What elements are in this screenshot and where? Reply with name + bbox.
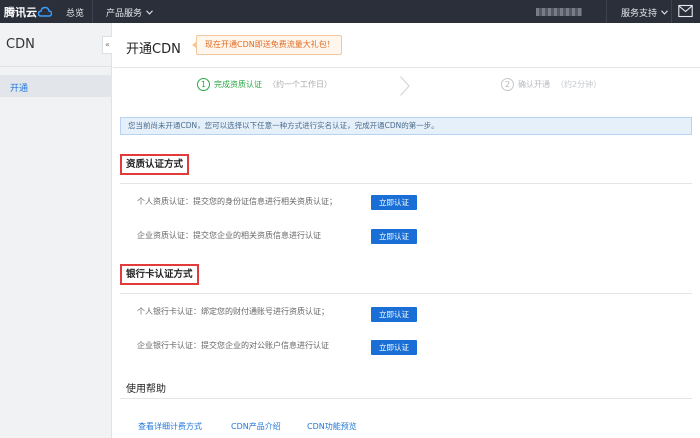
section-divider bbox=[120, 293, 692, 294]
step-number: 1 bbox=[197, 78, 210, 91]
sidebar: CDN « 开通 bbox=[0, 23, 112, 438]
help-link-billing[interactable]: 查看详细计费方式 bbox=[138, 421, 202, 432]
sidebar-item-label: 开通 bbox=[10, 84, 29, 94]
step-label: 确认开通 bbox=[518, 80, 550, 89]
help-title: 使用帮助 bbox=[126, 384, 166, 395]
logo-text: 腾讯云 bbox=[4, 5, 37, 19]
sidebar-collapse-button[interactable]: « bbox=[102, 36, 112, 54]
step-duration: （约一个工作日） bbox=[268, 80, 332, 89]
help-link-product-intro[interactable]: CDN产品介绍 bbox=[231, 421, 281, 432]
personal-bank-card-label: 个人银行卡认证：绑定您的财付通账号进行资质认证； bbox=[137, 307, 329, 316]
mail-icon[interactable] bbox=[678, 4, 693, 18]
chevron-down-icon bbox=[661, 10, 668, 15]
sidebar-divider bbox=[0, 66, 112, 67]
chevron-down-icon bbox=[146, 10, 153, 15]
top-navigation-bar: 腾讯云 总览 产品服务 服务支持 bbox=[0, 0, 700, 23]
cloud-logo-icon bbox=[38, 6, 52, 17]
nav-support-dropdown[interactable]: 服务支持 bbox=[621, 6, 668, 19]
enterprise-qualification-verify-button[interactable]: 立即认证 bbox=[371, 229, 417, 244]
step-arrow-icon bbox=[400, 76, 410, 96]
personal-qualification-label: 个人资质认证：提交您的身份证信息进行相关资质认证； bbox=[137, 197, 337, 206]
section-title-bank-card: 银行卡认证方式 bbox=[120, 264, 199, 285]
section-title-qualification: 资质认证方式 bbox=[120, 154, 190, 175]
step-label: 完成资质认证 bbox=[214, 80, 262, 89]
section-divider bbox=[120, 398, 692, 399]
step-number: 2 bbox=[501, 78, 514, 91]
enterprise-qualification-label: 企业资质认证：提交您企业的相关资质信息进行认证 bbox=[137, 231, 321, 240]
nav-products-label: 产品服务 bbox=[106, 9, 143, 19]
promo-tooltip: 现在开通CDN即送免费流量大礼包！ bbox=[192, 35, 342, 55]
sidebar-item-activate[interactable]: 开通 bbox=[0, 75, 112, 97]
nav-divider bbox=[606, 0, 607, 23]
info-notice: 您当前尚未开通CDN，您可以选择以下任意一种方式进行实名认证，完成开通CDN的第… bbox=[120, 117, 692, 135]
main-content: 开通CDN 现在开通CDN即送免费流量大礼包！ 1 完成资质认证 （约一个工作日… bbox=[113, 23, 700, 438]
page-title: 开通CDN bbox=[126, 42, 181, 57]
sidebar-title: CDN bbox=[6, 37, 35, 52]
enterprise-bank-card-label: 企业银行卡认证：提交您企业的对公账户信息进行认证 bbox=[137, 341, 329, 350]
step-1: 1 完成资质认证 （约一个工作日） bbox=[197, 78, 332, 91]
personal-qualification-verify-button[interactable]: 立即认证 bbox=[371, 195, 417, 210]
user-account-blurred[interactable] bbox=[536, 8, 582, 16]
step-2: 2 确认开通 （约2分钟） bbox=[501, 78, 601, 91]
tencent-cloud-logo[interactable]: 腾讯云 bbox=[4, 3, 52, 20]
nav-overview[interactable]: 总览 bbox=[66, 6, 84, 19]
step-duration: （约2分钟） bbox=[556, 80, 602, 89]
personal-bank-card-verify-button[interactable]: 立即认证 bbox=[371, 307, 417, 322]
nav-products-dropdown[interactable]: 产品服务 bbox=[106, 6, 153, 19]
enterprise-bank-card-verify-button[interactable]: 立即认证 bbox=[371, 340, 417, 355]
header-divider bbox=[113, 67, 700, 68]
help-link-feature-preview[interactable]: CDN功能预览 bbox=[307, 421, 357, 432]
nav-support-label: 服务支持 bbox=[621, 9, 658, 19]
nav-divider bbox=[671, 0, 672, 23]
nav-divider bbox=[92, 0, 93, 23]
section-divider bbox=[120, 183, 692, 184]
